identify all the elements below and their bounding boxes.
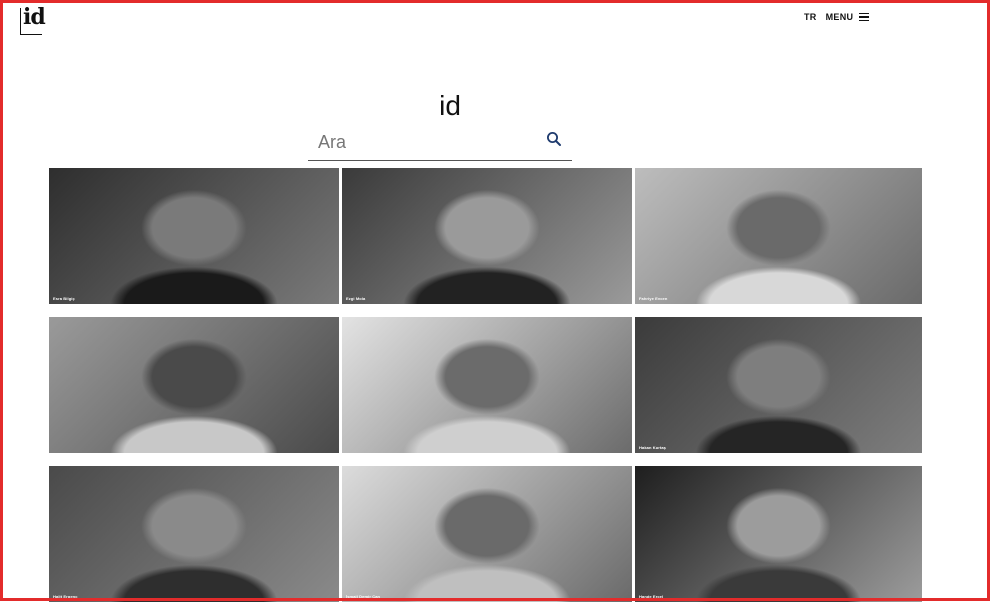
talent-photo [342,317,632,453]
search-icon[interactable] [546,131,562,147]
talent-grid: Esra Bilgiç Ezgi Mola Fahriye Evcen Hakan K… [49,168,922,602]
talent-card[interactable]: Hande Erçel [635,466,922,602]
language-switch[interactable]: TR [804,12,817,22]
talent-photo [342,168,632,304]
talent-name: Esra Bilgiç [53,296,75,301]
menu-button[interactable]: MENU [826,12,854,22]
logo-bracket-left [20,8,21,34]
logo-text: id [23,4,46,30]
talent-photo [49,168,339,304]
talent-name: Halit Ergenç [53,594,78,599]
search-input[interactable] [316,128,540,156]
site-logo[interactable]: id [20,4,46,35]
hamburger-icon[interactable] [859,12,870,22]
talent-card[interactable] [342,317,632,453]
talent-card[interactable]: Ezgi Mola [342,168,632,304]
talent-card[interactable]: Fahriye Evcen [635,168,922,304]
talent-card[interactable]: Esra Bilgiç [49,168,339,304]
talent-card[interactable]: Halit Ergenç [49,466,339,602]
page-title: id [439,89,461,121]
talent-card[interactable] [49,317,339,453]
search-bar [308,124,572,161]
talent-card[interactable]: İsmail Demir Can [342,466,632,602]
talent-photo [635,168,922,304]
talent-photo [49,317,339,453]
talent-photo [635,317,922,453]
talent-card[interactable]: Hakan Kurtaş [635,317,922,453]
talent-photo [49,466,339,602]
logo-bracket-bottom [20,34,42,35]
talent-photo [342,466,632,602]
talent-name: Fahriye Evcen [639,296,668,301]
talent-name: Hande Erçel [639,594,664,599]
top-nav: TR MENU [804,12,870,22]
talent-name: Ezgi Mola [346,296,366,301]
talent-name: Hakan Kurtaş [639,445,666,450]
talent-photo [635,466,922,602]
talent-name: İsmail Demir Can [346,594,381,599]
